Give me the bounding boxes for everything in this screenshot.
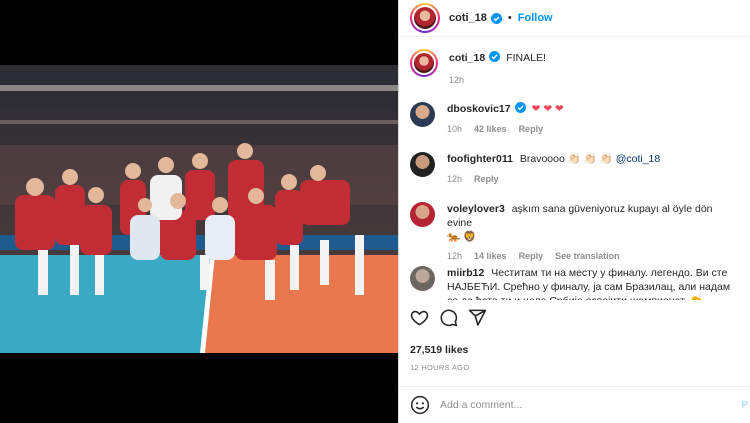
comment-text: ❤ ❤ ❤	[531, 103, 564, 115]
likes-count[interactable]: 27,519 likes	[410, 344, 468, 356]
reply-button[interactable]: Reply	[519, 122, 544, 136]
post-media[interactable]	[0, 0, 398, 423]
comment-text: Честитам ти на месту у финалу. легендо. …	[447, 267, 731, 300]
post-button[interactable]: P	[741, 400, 748, 411]
post-header: coti_18 • Follow	[399, 0, 750, 37]
comment-item: foofighter011 Bravoooo 👏🏻 👏🏻 👏🏻 @coti_18…	[399, 150, 750, 186]
separator-dot: •	[507, 12, 512, 24]
comment-time: 10h	[447, 124, 463, 134]
verified-icon	[490, 12, 502, 24]
caption-text: FINALE!	[506, 52, 546, 64]
comment-username[interactable]: voleylover3	[447, 203, 505, 215]
comment-likes[interactable]: 42 likes	[474, 122, 507, 136]
comment-emoji: 🐅 🦁	[447, 231, 477, 243]
comments-list[interactable]: coti_18 FINALE! 12h dboskovic17 ❤ ❤ ❤ 10h 4…	[399, 38, 750, 300]
post-timestamp: 12 HOURS AGO	[410, 363, 470, 372]
share-icon[interactable]	[468, 308, 487, 327]
comment-likes[interactable]: 14 likes	[474, 249, 507, 263]
commenter-avatar[interactable]	[410, 152, 435, 177]
comment-item: voleylover3 aşkım sana güveniyoruz kupay…	[399, 200, 750, 263]
author-username[interactable]: coti_18	[449, 12, 487, 24]
post-detail-panel: coti_18 • Follow coti_18 FINALE! 12h dbo…	[398, 0, 750, 423]
post-photo	[0, 65, 398, 353]
comment-username[interactable]: foofighter011	[447, 153, 513, 165]
comment-text: Bravoooo 👏🏻 👏🏻 👏🏻	[519, 153, 613, 165]
follow-button[interactable]: Follow	[518, 12, 553, 24]
comment-item: miirb12 Честитам ти на месту у финалу. л…	[399, 264, 750, 300]
reply-button[interactable]: Reply	[474, 172, 499, 186]
comment-username[interactable]: miirb12	[447, 267, 484, 279]
heart-icon[interactable]	[410, 308, 429, 327]
caption-username[interactable]: coti_18	[449, 52, 485, 64]
comment-input[interactable]	[440, 399, 730, 411]
comment-username[interactable]: dboskovic17	[447, 103, 511, 115]
comment-time: 12h	[447, 251, 463, 261]
see-translation-button[interactable]: See translation	[555, 249, 620, 263]
commenter-avatar[interactable]	[410, 202, 435, 227]
emoji-icon[interactable]	[410, 395, 430, 415]
comment-mention[interactable]: @coti_18	[616, 153, 661, 165]
comment-item: dboskovic17 ❤ ❤ ❤ 10h 42 likes Reply	[399, 100, 750, 136]
caption-time: 12h	[449, 75, 465, 85]
caption-row: coti_18 FINALE! 12h	[399, 49, 750, 87]
comment-icon[interactable]	[439, 308, 458, 327]
comment-time: 12h	[447, 174, 463, 184]
commenter-avatar[interactable]	[410, 266, 435, 291]
verified-icon	[489, 51, 501, 62]
reply-button[interactable]: Reply	[519, 249, 544, 263]
verified-icon	[514, 102, 526, 113]
caption-avatar[interactable]	[410, 49, 438, 77]
author-avatar[interactable]	[410, 3, 440, 33]
commenter-avatar[interactable]	[410, 102, 435, 127]
action-bar	[410, 308, 487, 327]
add-comment-bar: P	[399, 386, 750, 423]
